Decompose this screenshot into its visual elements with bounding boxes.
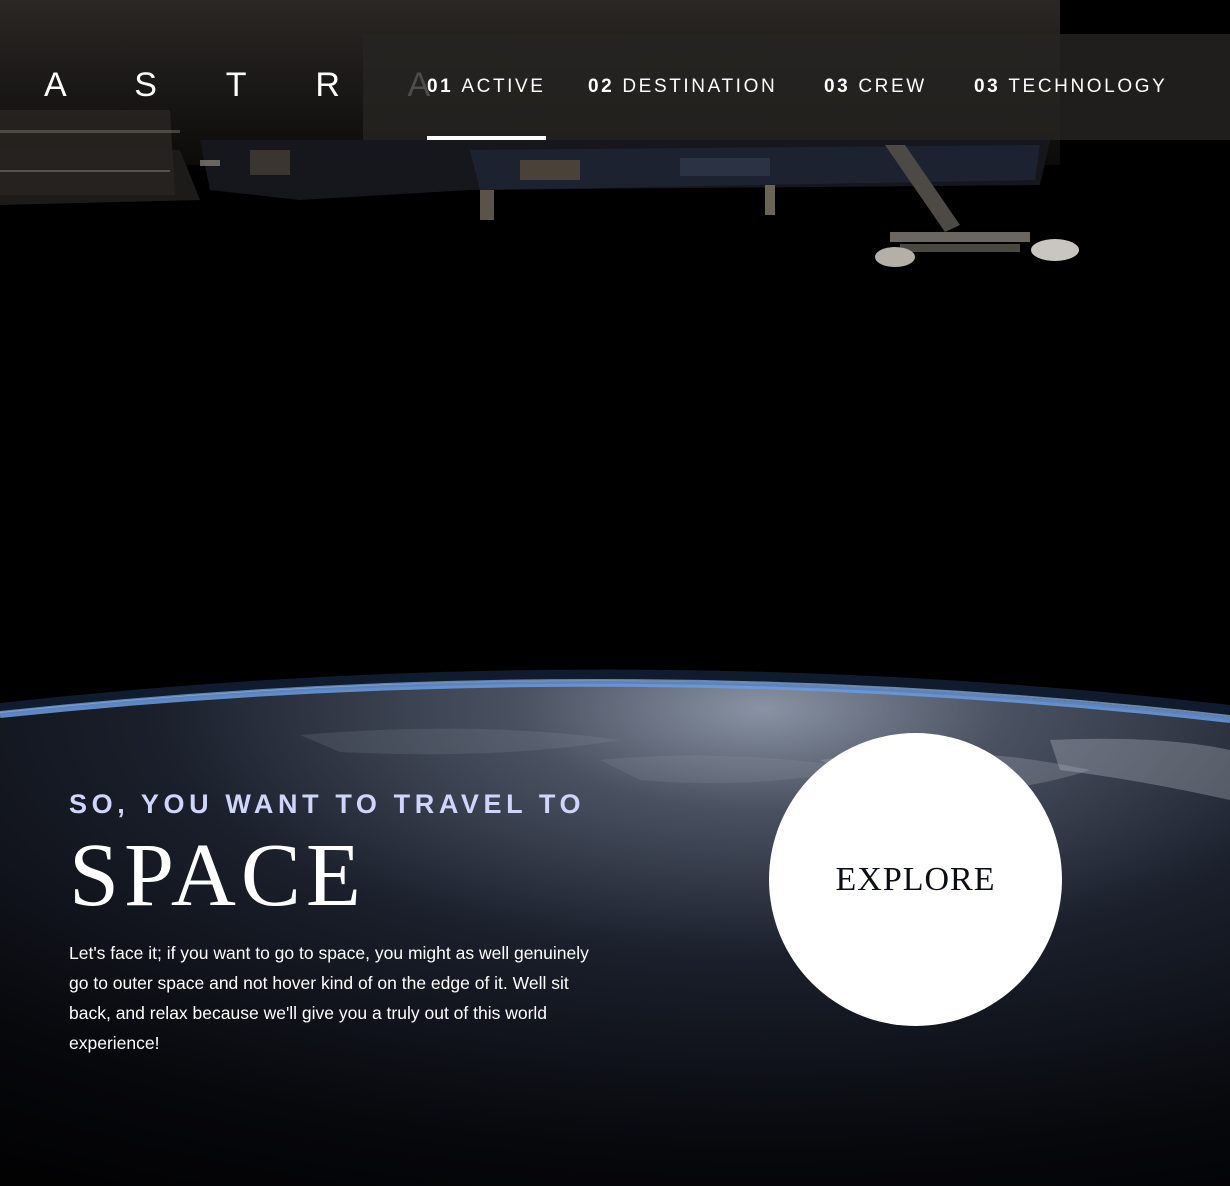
nav-item-destination[interactable]: 02 DESTINATION xyxy=(588,34,777,140)
nav-item-number: 01 xyxy=(427,76,454,97)
nav-item-label: TECHNOLOGY xyxy=(1008,76,1168,97)
nav-item-number: 02 xyxy=(588,76,615,97)
nav-item-crew[interactable]: 03 CREW xyxy=(824,34,927,140)
nav-item-label: ACTIVE xyxy=(461,76,546,97)
hero-subtitle: SO, YOU WANT TO TRAVEL TO xyxy=(69,789,586,819)
nav-item-label: CREW xyxy=(858,76,927,97)
main-nav: 01 ACTIVE 02 DESTINATION 03 CREW 03 TECH… xyxy=(363,34,1230,140)
nav-item-label: DESTINATION xyxy=(622,76,778,97)
nav-item-number: 03 xyxy=(974,76,1001,97)
hero-description: Let's face it; if you want to go to spac… xyxy=(69,943,589,1053)
nav-item-number: 03 xyxy=(824,76,851,97)
explore-button[interactable]: EXPLORE xyxy=(769,733,1062,1026)
nav-item-technology[interactable]: 03 TECHNOLOGY xyxy=(974,34,1167,140)
nav-item-active[interactable]: 01 ACTIVE xyxy=(427,34,546,140)
hero-title: SPACE xyxy=(69,826,366,925)
hero-section: SO, YOU WANT TO TRAVEL TO SPACE Let's fa… xyxy=(69,786,629,1058)
